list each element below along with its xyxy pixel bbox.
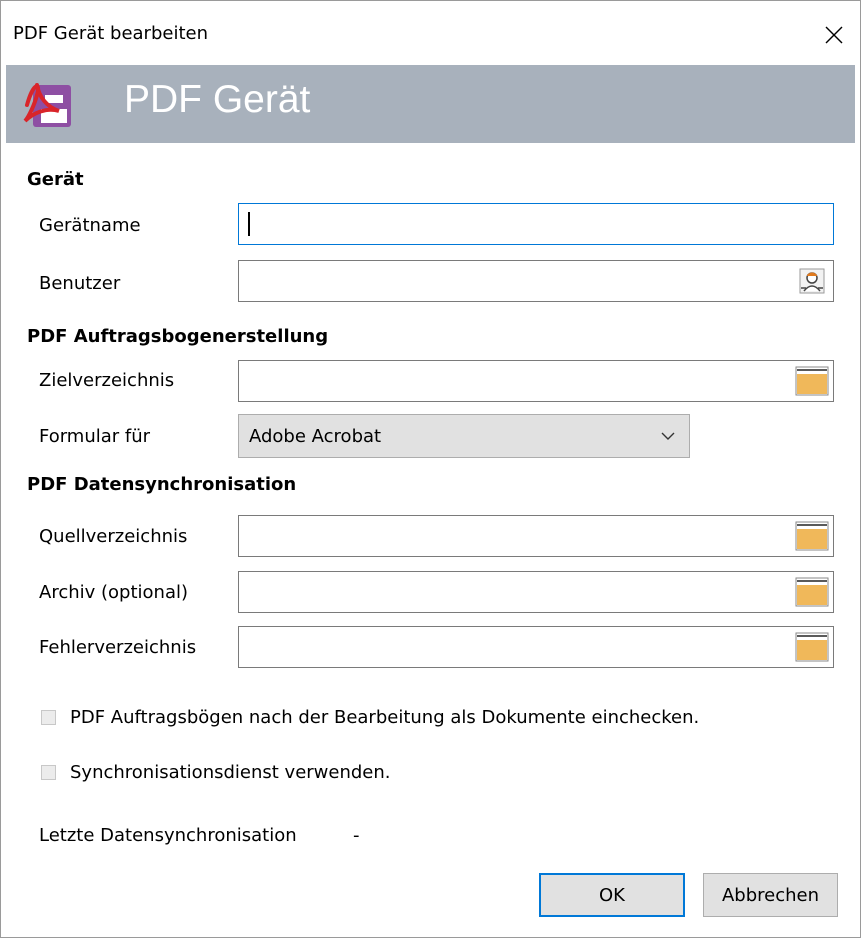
header-banner: PDF Gerät — [6, 65, 855, 143]
archive-label: Archiv (optional) — [39, 582, 188, 603]
user-field[interactable] — [238, 260, 834, 302]
folder-icon — [795, 577, 829, 607]
last-sync-label: Letzte Datensynchronisation — [39, 825, 297, 846]
source-dir-input[interactable] — [239, 516, 833, 556]
user-picker-button[interactable] — [795, 265, 829, 297]
folder-icon — [795, 521, 829, 551]
device-name-input[interactable] — [239, 204, 833, 244]
text-cursor — [248, 212, 250, 236]
form-for-label: Formular für — [39, 426, 151, 447]
archive-field[interactable] — [238, 571, 834, 613]
window-title: PDF Gerät bearbeiten — [13, 23, 208, 44]
sync-service-checkbox-label: Synchronisationsdienst verwenden. — [70, 762, 391, 783]
last-sync-value: - — [353, 825, 360, 846]
sync-service-checkbox-row[interactable]: Synchronisationsdienst verwenden. — [41, 762, 391, 783]
section-sync: PDF Datensynchronisation — [27, 474, 297, 495]
banner-title: PDF Gerät — [124, 78, 311, 121]
error-dir-browse-button[interactable] — [795, 631, 829, 663]
title-bar: PDF Gerät bearbeiten — [1, 1, 860, 65]
target-dir-input[interactable] — [239, 361, 833, 401]
device-name-label: Gerätname — [39, 215, 141, 236]
close-button[interactable] — [808, 13, 860, 57]
error-dir-input[interactable] — [239, 627, 833, 667]
cancel-button[interactable]: Abbrechen — [703, 873, 838, 917]
ok-button[interactable]: OK — [539, 873, 685, 917]
checkin-checkbox-row[interactable]: PDF Auftragsbögen nach der Bearbeitung a… — [41, 707, 699, 728]
chevron-down-icon — [661, 432, 675, 440]
target-dir-label: Zielverzeichnis — [39, 370, 175, 391]
form-for-select[interactable]: Adobe Acrobat — [238, 414, 690, 458]
target-dir-field[interactable] — [238, 360, 834, 402]
dialog-window: PDF Gerät bearbeiten PDF Gerät Gerät Ger… — [0, 0, 861, 938]
pdf-save-icon — [23, 83, 71, 127]
target-dir-browse-button[interactable] — [795, 365, 829, 397]
source-dir-label: Quellverzeichnis — [39, 526, 188, 547]
user-input[interactable] — [239, 261, 833, 301]
checkin-checkbox[interactable] — [41, 710, 56, 725]
device-name-field[interactable] — [238, 203, 834, 245]
user-label: Benutzer — [39, 273, 121, 294]
error-dir-field[interactable] — [238, 626, 834, 668]
sync-service-checkbox[interactable] — [41, 765, 56, 780]
folder-icon — [795, 632, 829, 662]
section-order-form: PDF Auftragsbogenerstellung — [27, 326, 329, 347]
checkin-checkbox-label: PDF Auftragsbögen nach der Bearbeitung a… — [70, 707, 700, 728]
source-dir-browse-button[interactable] — [795, 520, 829, 552]
archive-browse-button[interactable] — [795, 576, 829, 608]
error-dir-label: Fehlerverzeichnis — [39, 637, 197, 658]
folder-icon — [795, 366, 829, 396]
user-picker-icon — [799, 268, 825, 294]
section-device: Gerät — [27, 169, 84, 190]
source-dir-field[interactable] — [238, 515, 834, 557]
archive-input[interactable] — [239, 572, 833, 612]
form-for-value: Adobe Acrobat — [249, 426, 382, 447]
close-icon — [825, 26, 843, 44]
